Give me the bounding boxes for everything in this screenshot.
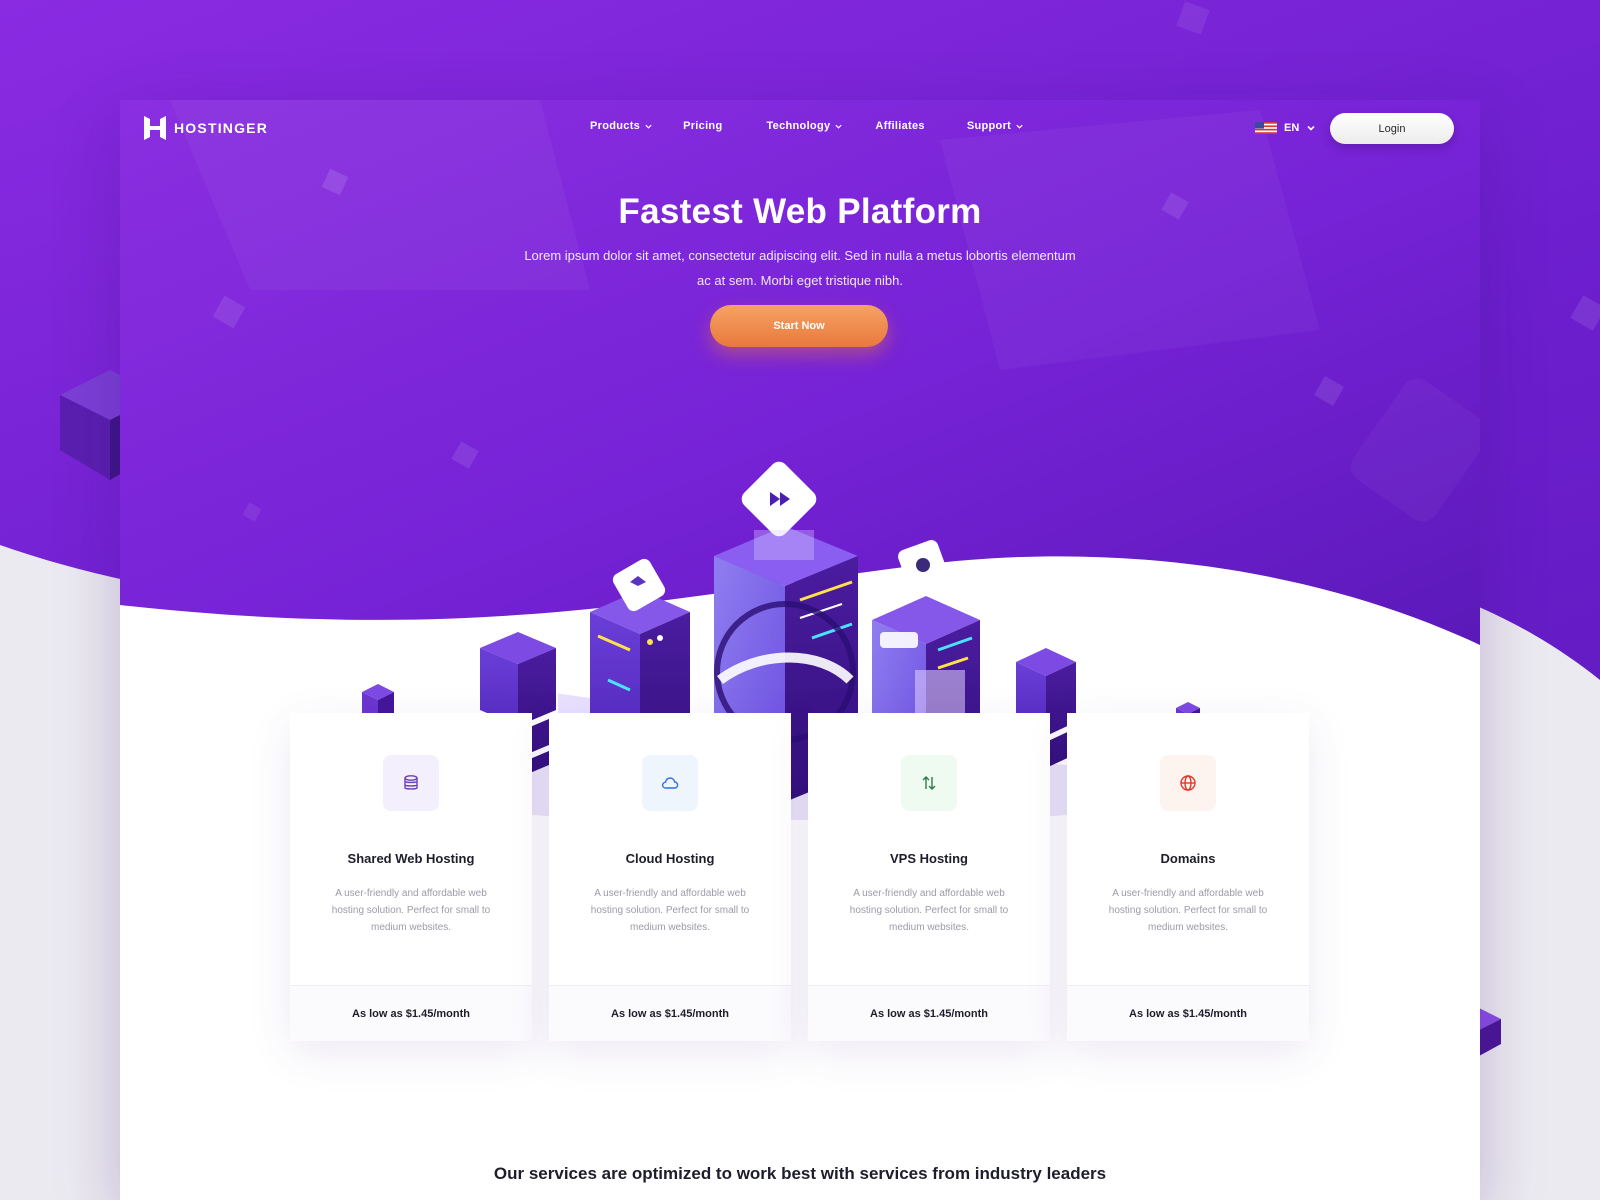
language-selector[interactable]: EN (1255, 122, 1316, 134)
landing-page: HOSTINGER Products Pricing Technology Af… (120, 100, 1480, 1200)
card-title: Domains (1160, 851, 1216, 866)
hostinger-logo-icon (144, 116, 166, 140)
language-code: EN (1284, 122, 1300, 134)
database-icon (404, 775, 418, 790)
card-icon-box (1160, 755, 1216, 811)
nav-pricing[interactable]: Pricing (683, 120, 722, 132)
main-nav: Products Pricing Technology Affiliates S… (590, 120, 1024, 132)
cloud-icon (661, 777, 679, 789)
card-description: A user-friendly and affordable web hosti… (331, 888, 491, 933)
chevron-down-icon (835, 124, 843, 129)
nav-products[interactable]: Products (590, 120, 653, 132)
nav-technology[interactable]: Technology (766, 120, 843, 132)
card-domains[interactable]: Domains A user-friendly and affordable w… (1067, 713, 1309, 1041)
service-cards: Shared Web Hosting A user-friendly and a… (290, 713, 1310, 1041)
us-flag-icon (1255, 122, 1277, 134)
brand-logo[interactable]: HOSTINGER (144, 116, 268, 140)
card-icon-box (642, 755, 698, 811)
card-icon-box (383, 755, 439, 811)
card-cloud-hosting[interactable]: Cloud Hosting A user-friendly and afford… (549, 713, 791, 1041)
card-price: As low as $1.45/month (290, 985, 532, 1041)
login-button[interactable]: Login (1330, 113, 1454, 144)
chevron-down-icon (645, 124, 652, 129)
chevron-down-icon (1016, 124, 1023, 129)
card-icon-box (901, 755, 957, 811)
up-down-arrows-icon (922, 776, 936, 790)
globe-icon (1180, 775, 1196, 791)
hero-subtitle: Lorem ipsum dolor sit amet, consectetur … (524, 248, 1076, 288)
card-description: A user-friendly and affordable web hosti… (849, 888, 1009, 933)
nav-affiliates[interactable]: Affiliates (875, 120, 924, 132)
card-title: Cloud Hosting (625, 851, 715, 866)
hero-title: Fastest Web Platform (618, 192, 982, 231)
nav-products-label: Products (590, 120, 641, 132)
card-title: VPS Hosting (889, 851, 968, 866)
card-price: As low as $1.45/month (808, 985, 1050, 1041)
card-price: As low as $1.45/month (1067, 985, 1309, 1041)
nav-technology-label: Technology (766, 120, 831, 132)
nav-support-label: Support (966, 120, 1012, 132)
chevron-down-icon (1307, 125, 1315, 131)
card-description: A user-friendly and affordable web hosti… (590, 888, 750, 933)
brand-name: HOSTINGER (174, 120, 269, 136)
card-price: As low as $1.45/month (549, 985, 791, 1041)
nav-affiliates-label: Affiliates (875, 120, 925, 132)
card-description: A user-friendly and affordable web hosti… (1108, 888, 1268, 933)
card-title: Shared Web Hosting (347, 851, 475, 866)
card-shared-hosting[interactable]: Shared Web Hosting A user-friendly and a… (290, 713, 532, 1041)
top-navbar: HOSTINGER Products Pricing Technology Af… (120, 100, 1480, 158)
partners-heading: Our services are optimized to work best … (493, 1164, 1107, 1183)
card-vps-hosting[interactable]: VPS Hosting A user-friendly and affordab… (808, 713, 1050, 1041)
nav-pricing-label: Pricing (683, 120, 723, 132)
start-now-button[interactable]: Start Now (710, 305, 888, 347)
nav-support[interactable]: Support (967, 120, 1024, 132)
